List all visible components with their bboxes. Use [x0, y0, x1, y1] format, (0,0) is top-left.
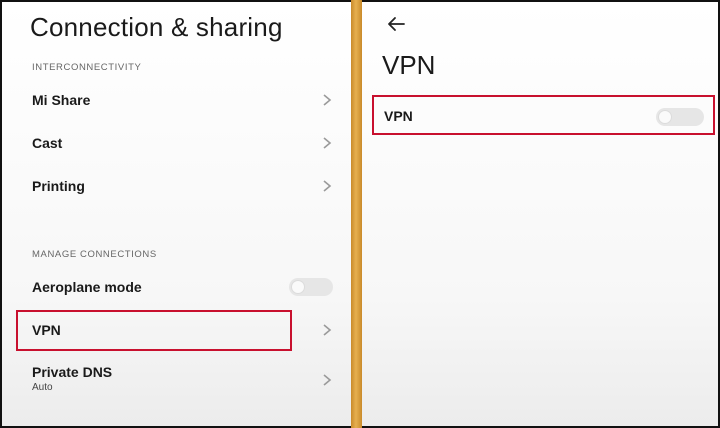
settings-item-printing[interactable]: Printing: [2, 166, 351, 206]
vpn-toggle[interactable]: [656, 108, 704, 126]
section-header-manage-connections: MANAGE CONNECTIONS: [32, 249, 157, 260]
settings-item-aeroplane-mode[interactable]: Aeroplane mode: [2, 267, 351, 307]
settings-item-sublabel: Auto: [32, 382, 53, 393]
settings-item-label: Cast: [32, 135, 63, 151]
settings-item-label: VPN: [384, 108, 413, 124]
settings-item-label: Private DNS: [32, 364, 113, 380]
chevron-right-icon: [323, 137, 332, 149]
aeroplane-mode-toggle[interactable]: [289, 278, 333, 296]
panel-divider: [351, 0, 362, 428]
toggle-knob: [659, 111, 671, 123]
chevron-right-icon: [323, 324, 332, 336]
settings-item-label: Printing: [32, 178, 85, 194]
chevron-right-icon: [323, 94, 332, 106]
chevron-right-icon: [323, 374, 332, 386]
toggle-knob: [292, 281, 304, 293]
chevron-right-icon: [323, 180, 332, 192]
page-title: VPN: [382, 50, 436, 80]
settings-item-vpn[interactable]: VPN: [2, 310, 351, 350]
settings-item-mi-share[interactable]: Mi Share: [2, 80, 351, 120]
screenshot-frame: Connection & sharing INTERCONNECTIVITY M…: [0, 0, 720, 428]
section-header-interconnectivity: INTERCONNECTIVITY: [32, 62, 142, 73]
vpn-screen: VPN VPN: [362, 2, 718, 426]
settings-item-vpn-toggle[interactable]: VPN: [362, 96, 718, 136]
settings-item-label: Mi Share: [32, 92, 91, 108]
page-title: Connection & sharing: [30, 12, 283, 42]
arrow-left-icon[interactable]: [384, 12, 408, 36]
settings-item-private-dns[interactable]: Private DNS Auto: [2, 358, 351, 402]
connection-sharing-screen: Connection & sharing INTERCONNECTIVITY M…: [2, 2, 351, 426]
settings-item-label: Aeroplane mode: [32, 279, 142, 295]
settings-item-label: VPN: [32, 322, 61, 338]
settings-item-cast[interactable]: Cast: [2, 123, 351, 163]
